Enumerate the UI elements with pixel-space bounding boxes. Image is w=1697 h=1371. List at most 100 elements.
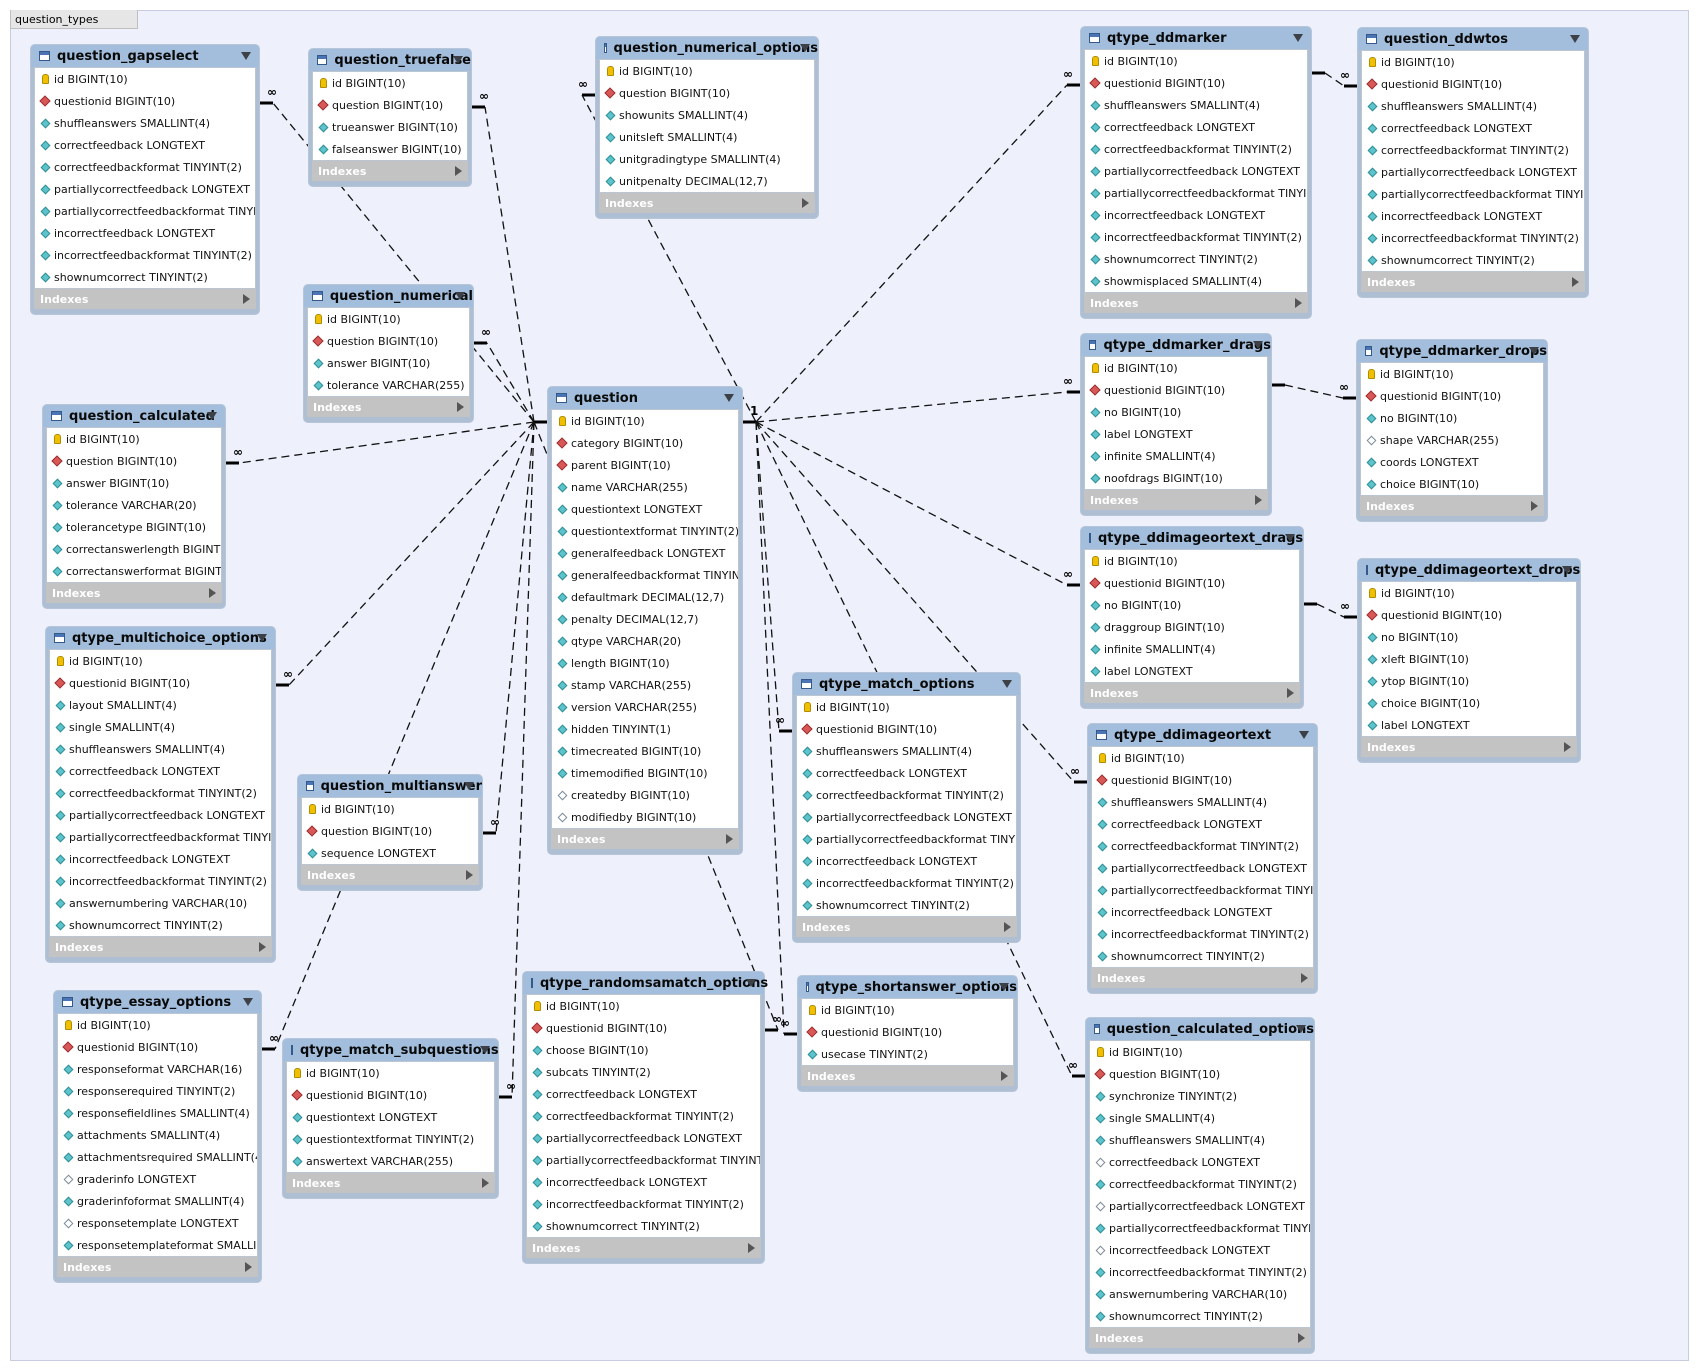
indexes-section[interactable]: Indexes xyxy=(1084,293,1308,313)
column-row[interactable]: incorrectfeedbackformat TINYINT(2) xyxy=(1085,226,1307,248)
collapse-arrow-icon[interactable] xyxy=(1253,341,1263,349)
table-question-ddwtos[interactable]: question_ddwtos id BIGINT(10) questionid B… xyxy=(1358,28,1588,297)
indexes-section[interactable]: Indexes xyxy=(1084,683,1300,703)
collapse-arrow-icon[interactable] xyxy=(455,292,465,300)
column-row[interactable]: question BIGINT(10) xyxy=(600,82,814,104)
column-row[interactable]: shuffleanswers SMALLINT(4) xyxy=(797,740,1016,762)
column-row[interactable]: shape VARCHAR(255) xyxy=(1361,429,1543,451)
column-row[interactable]: partiallycorrectfeedbackformat TINYINT(2… xyxy=(797,828,1016,850)
table-question-calculated[interactable]: question_calculated id BIGINT(10) question… xyxy=(43,405,225,608)
column-row[interactable]: incorrectfeedbackformat TINYINT(2) xyxy=(1362,227,1584,249)
table-qtype-ddmarker[interactable]: qtype_ddmarker id BIGINT(10) questionid BI… xyxy=(1081,27,1311,318)
column-row[interactable]: parent BIGINT(10) xyxy=(552,454,738,476)
table-header[interactable]: question_calculated xyxy=(43,405,225,427)
table-question-calculated-options[interactable]: question_calculated_options id BIGINT(10)… xyxy=(1086,1018,1314,1353)
table-header[interactable]: qtype_ddimageortext xyxy=(1088,724,1317,746)
indexes-section[interactable]: Indexes xyxy=(1089,1328,1311,1348)
table-header[interactable]: qtype_match_options xyxy=(793,673,1020,695)
column-row[interactable]: partiallycorrectfeedback LONGTEXT xyxy=(527,1127,760,1149)
column-row[interactable]: timemodified BIGINT(10) xyxy=(552,762,738,784)
column-row[interactable]: label LONGTEXT xyxy=(1085,423,1267,445)
column-row[interactable]: correctfeedbackformat TINYINT(2) xyxy=(1090,1173,1310,1195)
column-row[interactable]: correctfeedback LONGTEXT xyxy=(1085,116,1307,138)
column-row[interactable]: correctfeedbackformat TINYINT(2) xyxy=(527,1105,760,1127)
column-row[interactable]: trueanswer BIGINT(10) xyxy=(313,116,467,138)
column-row[interactable]: partiallycorrectfeedbackformat TINYINT(2… xyxy=(1092,879,1313,901)
indexes-section[interactable]: Indexes xyxy=(1084,490,1268,510)
column-row[interactable]: no BIGINT(10) xyxy=(1362,626,1576,648)
indexes-section[interactable]: Indexes xyxy=(307,397,470,417)
expand-indexes-icon[interactable] xyxy=(482,1178,489,1188)
collapse-arrow-icon[interactable] xyxy=(1529,347,1539,355)
column-row[interactable]: questionid BIGINT(10) xyxy=(287,1084,494,1106)
column-row[interactable]: answernumbering VARCHAR(10) xyxy=(1090,1283,1310,1305)
column-row[interactable]: correctfeedback LONGTEXT xyxy=(1090,1151,1310,1173)
column-row[interactable]: questionid BIGINT(10) xyxy=(1361,385,1543,407)
column-row[interactable]: unitsleft SMALLINT(4) xyxy=(600,126,814,148)
column-row[interactable]: question BIGINT(10) xyxy=(47,450,221,472)
indexes-section[interactable]: Indexes xyxy=(796,917,1017,937)
column-row[interactable]: question BIGINT(10) xyxy=(302,820,478,842)
column-row[interactable]: questionid BIGINT(10) xyxy=(50,672,271,694)
column-row[interactable]: label LONGTEXT xyxy=(1085,660,1299,682)
column-row[interactable]: unitpenalty DECIMAL(12,7) xyxy=(600,170,814,192)
column-row[interactable]: modifiedby BIGINT(10) xyxy=(552,806,738,828)
column-row[interactable]: graderinfoformat SMALLINT(4) xyxy=(58,1190,257,1212)
column-row[interactable]: incorrectfeedbackformat TINYINT(2) xyxy=(1092,923,1313,945)
column-row[interactable]: correctfeedback LONGTEXT xyxy=(797,762,1016,784)
column-row[interactable]: responseformat VARCHAR(16) xyxy=(58,1058,257,1080)
expand-indexes-icon[interactable] xyxy=(259,942,266,952)
table-qtype-ddimageortext-drags[interactable]: qtype_ddimageortext_drags id BIGINT(10) qu… xyxy=(1081,527,1303,708)
column-row[interactable]: questionid BIGINT(10) xyxy=(58,1036,257,1058)
column-row[interactable]: shownumcorrect TINYINT(2) xyxy=(35,266,255,288)
column-row[interactable]: no BIGINT(10) xyxy=(1085,401,1267,423)
column-row[interactable]: usecase TINYINT(2) xyxy=(802,1043,1013,1065)
collapse-arrow-icon[interactable] xyxy=(453,56,463,64)
column-row[interactable]: incorrectfeedback LONGTEXT xyxy=(1090,1239,1310,1261)
column-row[interactable]: correctfeedback LONGTEXT xyxy=(1092,813,1313,835)
table-header[interactable]: question_ddwtos xyxy=(1358,28,1588,50)
column-row[interactable]: noofdrags BIGINT(10) xyxy=(1085,467,1267,489)
column-row[interactable]: id BIGINT(10) xyxy=(552,410,738,432)
table-header[interactable]: question xyxy=(548,387,742,409)
collapse-arrow-icon[interactable] xyxy=(1285,534,1295,542)
column-row[interactable]: correctanswerformat BIGINT(10) xyxy=(47,560,221,582)
indexes-section[interactable]: Indexes xyxy=(1360,496,1544,516)
column-row[interactable]: xleft BIGINT(10) xyxy=(1362,648,1576,670)
column-row[interactable]: correctfeedback LONGTEXT xyxy=(1362,117,1584,139)
column-row[interactable]: questionid BIGINT(10) xyxy=(802,1021,1013,1043)
collapse-arrow-icon[interactable] xyxy=(1570,35,1580,43)
column-row[interactable]: questionid BIGINT(10) xyxy=(1085,572,1299,594)
column-row[interactable]: incorrectfeedbackformat TINYINT(2) xyxy=(527,1193,760,1215)
expand-indexes-icon[interactable] xyxy=(1531,501,1538,511)
table-qtype-ddimageortext[interactable]: qtype_ddimageortext id BIGINT(10) question… xyxy=(1088,724,1317,993)
column-row[interactable]: showmisplaced SMALLINT(4) xyxy=(1085,270,1307,292)
indexes-section[interactable]: Indexes xyxy=(599,193,815,213)
column-row[interactable]: no BIGINT(10) xyxy=(1361,407,1543,429)
collapse-arrow-icon[interactable] xyxy=(724,394,734,402)
column-row[interactable]: question BIGINT(10) xyxy=(308,330,469,352)
column-row[interactable]: id BIGINT(10) xyxy=(1085,50,1307,72)
column-row[interactable]: shownumcorrect TINYINT(2) xyxy=(1085,248,1307,270)
column-row[interactable]: partiallycorrectfeedbackformat TINYINT(2… xyxy=(50,826,271,848)
column-row[interactable]: questionid BIGINT(10) xyxy=(1092,769,1313,791)
expand-indexes-icon[interactable] xyxy=(243,294,250,304)
column-row[interactable]: id BIGINT(10) xyxy=(1085,357,1267,379)
column-row[interactable]: createdby BIGINT(10) xyxy=(552,784,738,806)
column-row[interactable]: choice BIGINT(10) xyxy=(1361,473,1543,495)
column-row[interactable]: falseanswer BIGINT(10) xyxy=(313,138,467,160)
column-row[interactable]: partiallycorrectfeedback LONGTEXT xyxy=(35,178,255,200)
table-qtype-randomsamatch-options[interactable]: qtype_randomsamatch_options id BIGINT(10)… xyxy=(523,972,768,1263)
collapse-arrow-icon[interactable] xyxy=(746,979,756,987)
column-row[interactable]: name VARCHAR(255) xyxy=(552,476,738,498)
column-row[interactable]: questionid BIGINT(10) xyxy=(797,718,1016,740)
column-row[interactable]: responsefieldlines SMALLINT(4) xyxy=(58,1102,257,1124)
column-row[interactable]: graderinfo LONGTEXT xyxy=(58,1168,257,1190)
indexes-section[interactable]: Indexes xyxy=(312,161,468,181)
table-header[interactable]: qtype_shortanswer_options xyxy=(798,976,1017,998)
column-row[interactable]: question BIGINT(10) xyxy=(1090,1063,1310,1085)
column-row[interactable]: incorrectfeedbackformat TINYINT(2) xyxy=(50,870,271,892)
table-qtype-essay-options[interactable]: qtype_essay_options id BIGINT(10) question… xyxy=(54,991,261,1282)
column-row[interactable]: category BIGINT(10) xyxy=(552,432,738,454)
column-row[interactable]: partiallycorrectfeedbackformat TINYINT(2… xyxy=(1085,182,1307,204)
